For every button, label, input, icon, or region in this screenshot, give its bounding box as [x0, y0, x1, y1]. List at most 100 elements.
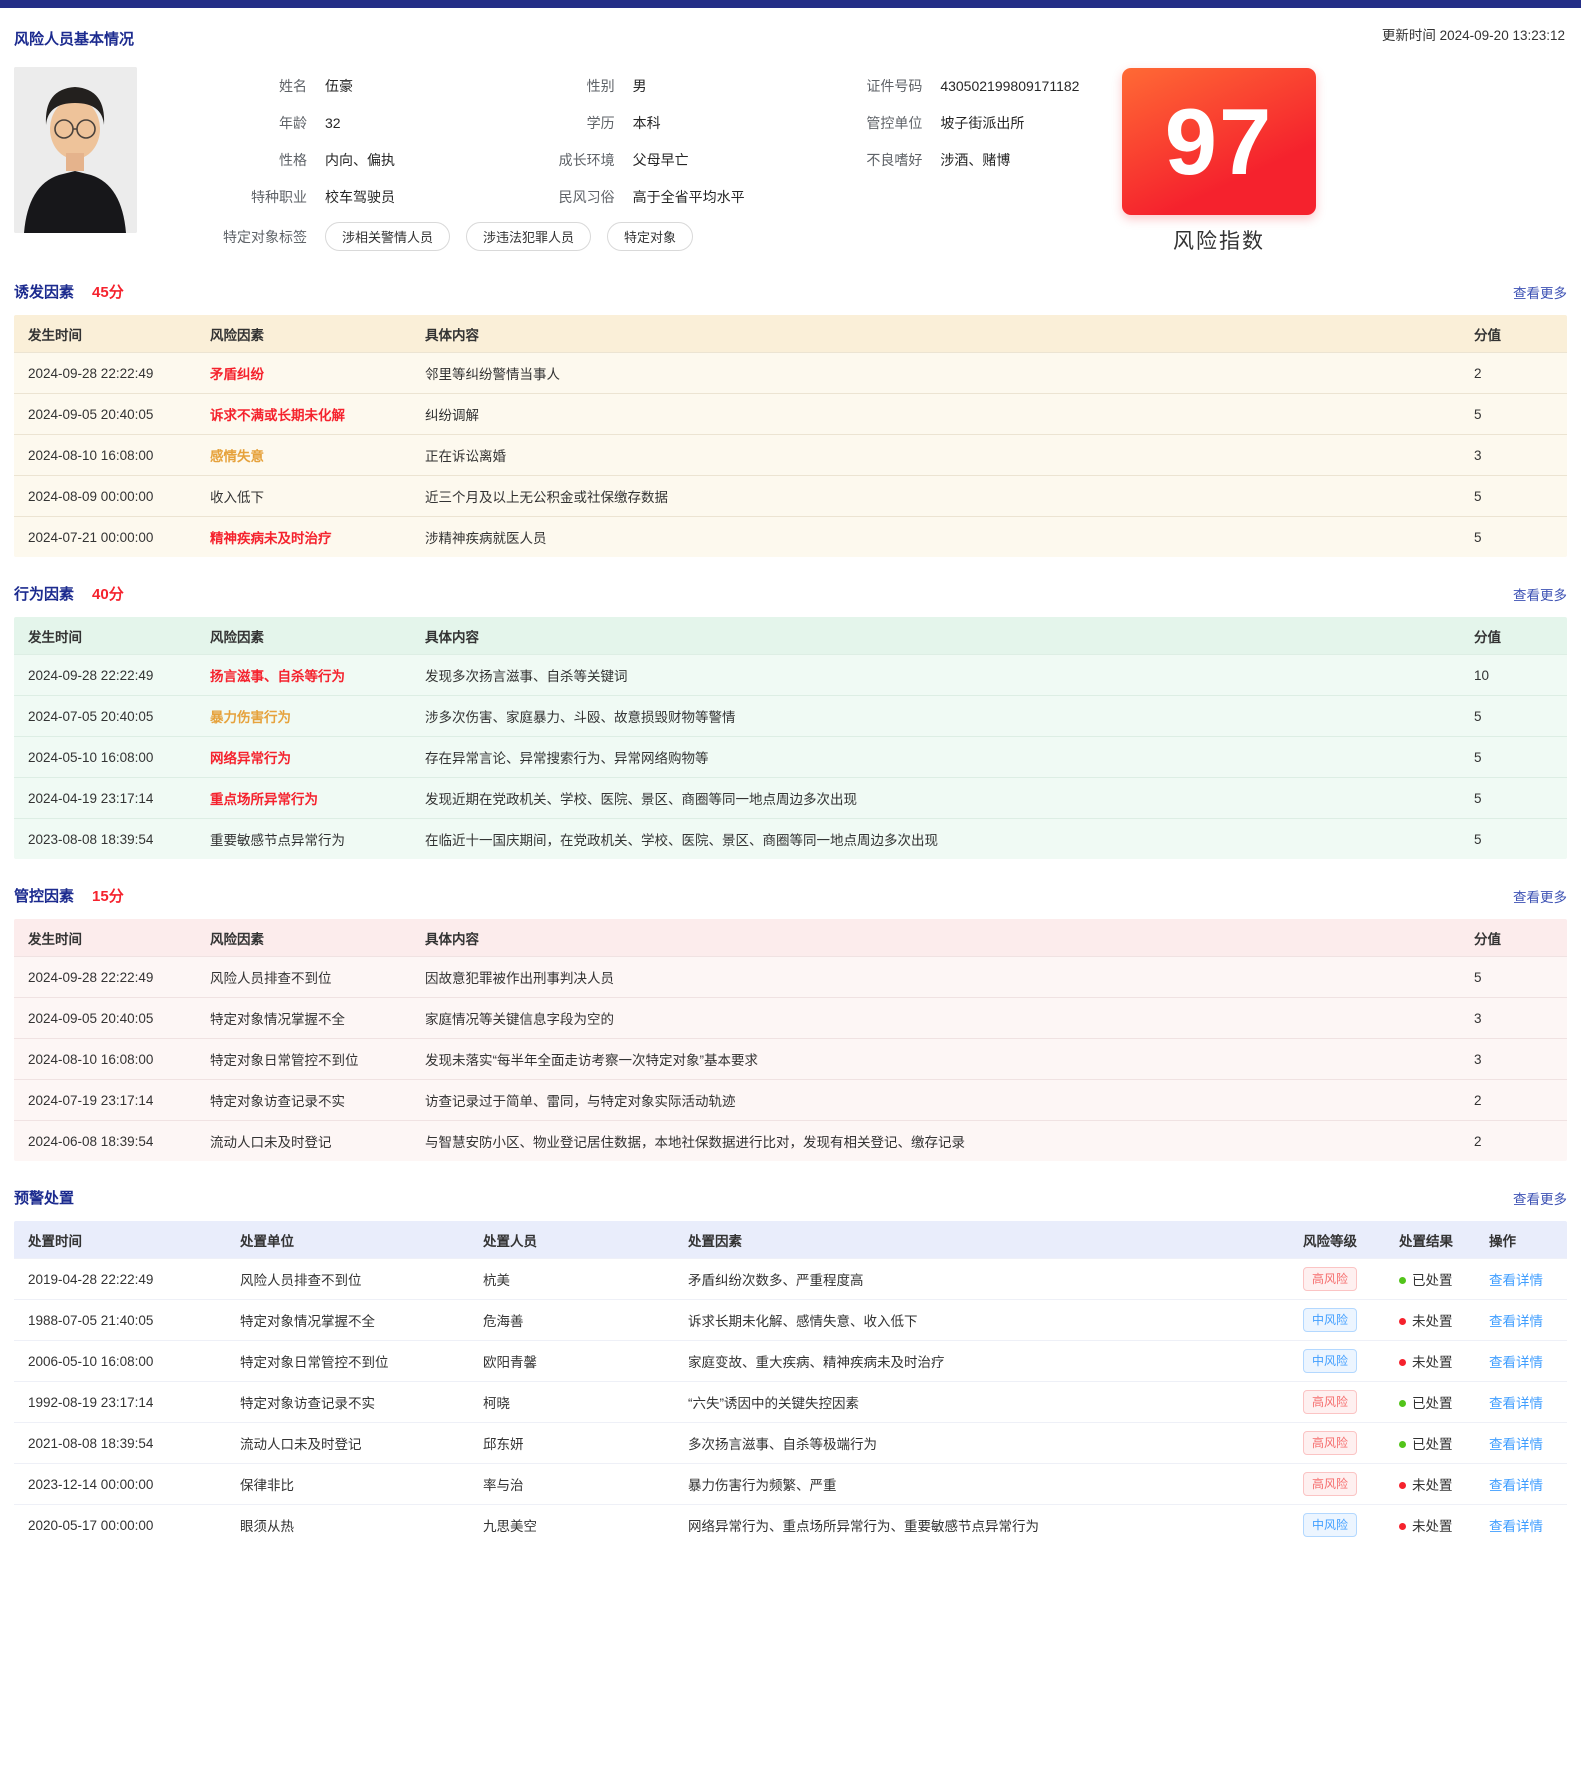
row-factor: 网络异常行为: [196, 747, 411, 767]
row-content: 家庭情况等关键信息字段为空的: [411, 1008, 1460, 1028]
section-head-behavior-factors: 行为因素 40分 查看更多: [14, 583, 1567, 604]
result-text: 未处置: [1412, 1314, 1453, 1329]
table-row: 2024-05-10 16:08:00 网络异常行为 存在异常言论、异常搜索行为…: [14, 736, 1567, 777]
result-text: 已处置: [1412, 1273, 1453, 1288]
section-title: 诱发因素: [14, 281, 74, 302]
view-detail-link[interactable]: 查看详情: [1489, 1396, 1543, 1411]
row-time: 2024-05-10 16:08:00: [14, 750, 196, 765]
col-factor: 风险因素: [196, 626, 411, 646]
field-label: 特种职业: [189, 187, 307, 207]
behavior-factors-table: 发生时间 风险因素 具体内容 分值 2024-09-28 22:22:49 扬言…: [14, 617, 1567, 859]
row-result: 未处置: [1385, 1310, 1475, 1330]
profile-photo: [14, 67, 137, 233]
tag-pill[interactable]: 涉违法犯罪人员: [466, 222, 591, 251]
field-label: 学历: [497, 113, 615, 133]
row-level: 高风险: [1289, 1267, 1385, 1291]
row-content: 纠纷调解: [411, 404, 1460, 424]
row-time: 2024-07-19 23:17:14: [14, 1093, 196, 1108]
view-detail-link[interactable]: 查看详情: [1489, 1355, 1543, 1370]
table-row: 2024-09-05 20:40:05 特定对象情况掌握不全 家庭情况等关键信息…: [14, 997, 1567, 1038]
row-factor: 流动人口未及时登记: [196, 1131, 411, 1151]
row-person: 欧阳青馨: [469, 1351, 674, 1371]
table-row: 2024-08-10 16:08:00 感情失意 正在诉讼离婚 3: [14, 434, 1567, 475]
risk-level-badge: 中风险: [1303, 1349, 1357, 1373]
section-title: 行为因素: [14, 583, 74, 604]
row-score: 3: [1460, 1052, 1567, 1067]
field-value: 校车驾驶员: [325, 187, 395, 207]
col-time: 发生时间: [14, 324, 196, 344]
row-time: 2024-09-28 22:22:49: [14, 366, 196, 381]
row-person: 率与治: [469, 1474, 674, 1494]
table-row: 2024-07-21 00:00:00 精神疾病未及时治疗 涉精神疾病就医人员 …: [14, 516, 1567, 557]
row-factor: 暴力伤害行为: [196, 706, 411, 726]
field-value: 父母早亡: [633, 150, 689, 170]
row-factor: 矛盾纠纷次数多、严重程度高: [674, 1269, 1289, 1289]
person-portrait-icon: [14, 67, 137, 233]
row-unit: 保律非比: [226, 1474, 469, 1494]
view-more-link[interactable]: 查看更多: [1513, 886, 1567, 906]
field-label: 民风习俗: [497, 187, 615, 207]
tags-label: 特定对象标签: [189, 227, 307, 247]
section-score: 15分: [92, 885, 124, 906]
risk-score-label: 风险指数: [1122, 225, 1316, 255]
row-factor: 诉求长期未化解、感情失意、收入低下: [674, 1310, 1289, 1330]
status-dot-icon: [1399, 1318, 1406, 1325]
row-factor: 收入低下: [196, 486, 411, 506]
warning-disposal-table: 处置时间 处置单位 处置人员 处置因素 风险等级 处置结果 操作 2019-04…: [14, 1221, 1567, 1545]
table-row: 2024-06-08 18:39:54 流动人口未及时登记 与智慧安防小区、物业…: [14, 1120, 1567, 1161]
col-disposal-time: 处置时间: [14, 1230, 226, 1250]
section-head-trigger-factors: 诱发因素 45分 查看更多: [14, 281, 1567, 302]
row-time: 1988-07-05 21:40:05: [14, 1313, 226, 1328]
view-more-link[interactable]: 查看更多: [1513, 1188, 1567, 1208]
tags-list: 涉相关警情人员 涉违法犯罪人员 特定对象: [325, 222, 693, 251]
table-header-row: 发生时间 风险因素 具体内容 分值: [14, 617, 1567, 654]
col-content: 具体内容: [411, 324, 1460, 344]
row-factor: “六失”诱因中的关键失控因素: [674, 1392, 1289, 1412]
view-detail-link[interactable]: 查看详情: [1489, 1314, 1543, 1329]
row-content: 近三个月及以上无公积金或社保缴存数据: [411, 486, 1460, 506]
view-detail-link[interactable]: 查看详情: [1489, 1519, 1543, 1534]
field-label: 性格: [189, 150, 307, 170]
row-content: 因故意犯罪被作出刑事判决人员: [411, 967, 1460, 987]
profile-field: [804, 178, 1112, 215]
profile-field: 证件号码 430502199809171182: [804, 67, 1112, 104]
row-action: 查看详情: [1475, 1474, 1567, 1494]
section-head-control-factors: 管控因素 15分 查看更多: [14, 885, 1567, 906]
tag-pill[interactable]: 涉相关警情人员: [325, 222, 450, 251]
row-score: 5: [1460, 709, 1567, 724]
trigger-factors-table: 发生时间 风险因素 具体内容 分值 2024-09-28 22:22:49 矛盾…: [14, 315, 1567, 557]
table-row: 2024-04-19 23:17:14 重点场所异常行为 发现近期在党政机关、学…: [14, 777, 1567, 818]
section-title: 预警处置: [14, 1187, 74, 1208]
col-time: 发生时间: [14, 626, 196, 646]
row-unit: 眼须从热: [226, 1515, 469, 1535]
view-detail-link[interactable]: 查看详情: [1489, 1273, 1543, 1288]
col-score: 分值: [1460, 626, 1567, 646]
view-more-link[interactable]: 查看更多: [1513, 282, 1567, 302]
status-dot-icon: [1399, 1400, 1406, 1407]
field-value: 32: [325, 115, 341, 131]
risk-level-badge: 中风险: [1303, 1308, 1357, 1332]
row-content: 与智慧安防小区、物业登记居住数据，本地社保数据进行比对，发现有相关登记、缴存记录: [411, 1131, 1460, 1151]
row-content: 存在异常言论、异常搜索行为、异常网络购物等: [411, 747, 1460, 767]
field-value: 430502199809171182: [940, 78, 1079, 94]
row-time: 2024-04-19 23:17:14: [14, 791, 196, 806]
page-title: 风险人员基本情况: [14, 8, 1567, 49]
view-detail-link[interactable]: 查看详情: [1489, 1478, 1543, 1493]
field-value: 内向、偏执: [325, 150, 395, 170]
row-factor: 重点场所异常行为: [196, 788, 411, 808]
col-score: 分值: [1460, 324, 1567, 344]
row-unit: 流动人口未及时登记: [226, 1433, 469, 1453]
row-score: 5: [1460, 407, 1567, 422]
row-unit: 风险人员排查不到位: [226, 1269, 469, 1289]
view-detail-link[interactable]: 查看详情: [1489, 1437, 1543, 1452]
row-factor: 感情失意: [196, 445, 411, 465]
field-value: 涉酒、赌博: [940, 150, 1010, 170]
tag-pill[interactable]: 特定对象: [607, 222, 693, 251]
row-factor: 特定对象日常管控不到位: [196, 1049, 411, 1069]
field-label: 成长环境: [497, 150, 615, 170]
row-result: 未处置: [1385, 1515, 1475, 1535]
row-level: 高风险: [1289, 1431, 1385, 1455]
row-action: 查看详情: [1475, 1392, 1567, 1412]
row-factor: 暴力伤害行为频繁、严重: [674, 1474, 1289, 1494]
view-more-link[interactable]: 查看更多: [1513, 584, 1567, 604]
